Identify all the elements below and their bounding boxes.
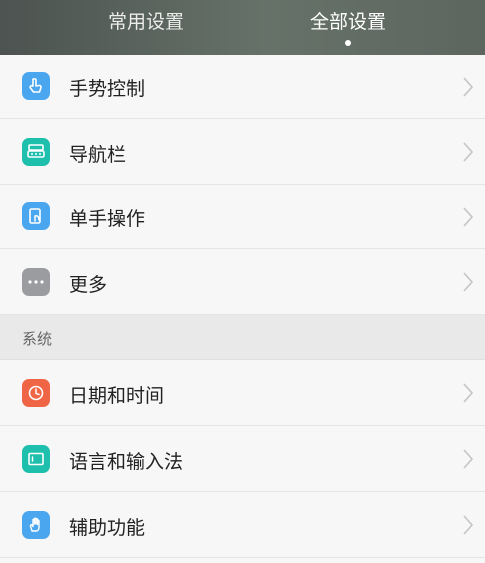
settings-item-label: 日期和时间 <box>69 385 165 407</box>
chevron-right-icon <box>463 272 474 292</box>
gesture-hand-icon <box>22 72 50 100</box>
settings-item-one-hand-mode[interactable]: 单手操作 <box>0 185 485 249</box>
accessibility-hand-icon <box>22 511 50 539</box>
navigation-bar-icon <box>22 138 50 166</box>
settings-item-label: 辅助功能 <box>69 517 146 539</box>
tab-all-settings-label: 全部设置 <box>309 11 386 33</box>
top-tab-bar: 常用设置 全部设置 <box>0 0 485 55</box>
settings-item-accessibility[interactable]: 辅助功能 <box>0 492 485 558</box>
more-dots-icon <box>22 268 50 296</box>
settings-list: 手势控制 导航栏 单手操作 更多 系统 日期和时间 语言和输入法 辅助功能 <box>0 55 485 558</box>
settings-item-navigation-bar[interactable]: 导航栏 <box>0 119 485 185</box>
tab-all-settings[interactable]: 全部设置 <box>268 0 428 55</box>
settings-item-label: 语言和输入法 <box>69 451 184 473</box>
settings-item-label: 单手操作 <box>69 208 146 230</box>
section-title: 系统 <box>22 330 53 348</box>
section-header-system: 系统 <box>0 315 485 360</box>
clock-icon <box>22 379 50 407</box>
settings-item-label: 更多 <box>69 274 108 296</box>
chevron-right-icon <box>463 77 474 97</box>
keyboard-icon <box>22 445 50 473</box>
settings-item-gesture-control[interactable]: 手势控制 <box>0 55 485 119</box>
settings-item-label: 手势控制 <box>69 78 146 100</box>
chevron-right-icon <box>463 142 474 162</box>
tab-common-settings[interactable]: 常用设置 <box>66 0 226 55</box>
settings-item-date-time[interactable]: 日期和时间 <box>0 360 485 426</box>
one-hand-icon <box>22 202 50 230</box>
settings-item-more[interactable]: 更多 <box>0 249 485 315</box>
active-tab-indicator <box>345 40 351 46</box>
chevron-right-icon <box>463 207 474 227</box>
chevron-right-icon <box>463 383 474 403</box>
settings-item-language-input[interactable]: 语言和输入法 <box>0 426 485 492</box>
settings-item-label: 导航栏 <box>69 144 127 166</box>
chevron-right-icon <box>463 449 474 469</box>
chevron-right-icon <box>463 515 474 535</box>
